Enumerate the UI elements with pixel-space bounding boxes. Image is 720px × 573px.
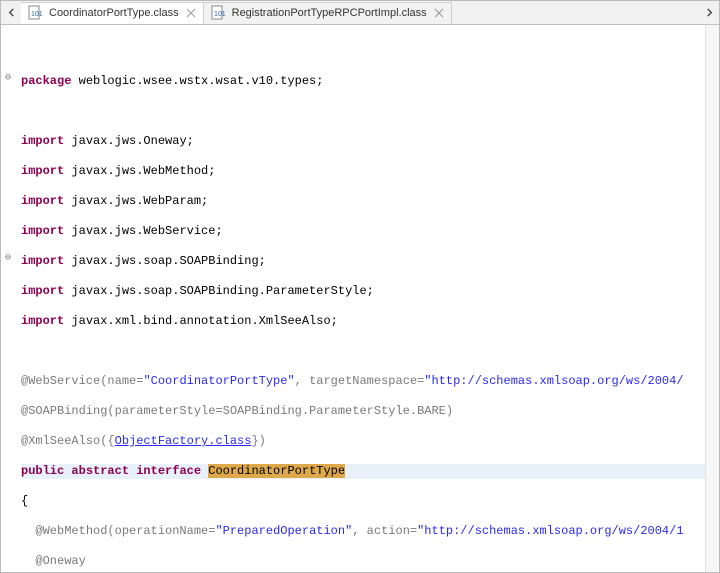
vertical-scrollbar[interactable]	[705, 25, 719, 572]
annotation-soapbinding: @SOAPBinding	[21, 404, 107, 418]
keyword-import: import	[21, 254, 64, 268]
string-literal: "CoordinatorPortType"	[143, 374, 294, 388]
class-file-icon: 101	[27, 5, 43, 21]
keyword-import: import	[21, 194, 64, 208]
class-link[interactable]: ObjectFactory.class	[115, 434, 252, 448]
editor-wrap: ⊖ ⊖ package weblogic.wsee.wstx.wsat.v10.…	[1, 25, 719, 572]
close-icon[interactable]	[185, 7, 197, 19]
import-stmt: javax.xml.bind.annotation.XmlSeeAlso;	[64, 314, 338, 328]
import-stmt: javax.jws.WebParam;	[64, 194, 208, 208]
type-name-highlighted: CoordinatorPortType	[208, 464, 345, 478]
import-stmt: javax.jws.soap.SOAPBinding.ParameterStyl…	[64, 284, 374, 298]
keyword-import: import	[21, 284, 64, 298]
tab-nav-next[interactable]	[699, 2, 719, 24]
keyword-public: public	[21, 464, 64, 478]
import-stmt: javax.jws.soap.SOAPBinding;	[64, 254, 266, 268]
package-name: weblogic.wsee.wstx.wsat.v10.types;	[71, 74, 323, 88]
keyword-import: import	[21, 164, 64, 178]
keyword-package: package	[21, 74, 71, 88]
keyword-import: import	[21, 134, 64, 148]
import-stmt: javax.jws.WebMethod;	[64, 164, 215, 178]
chevron-left-icon	[7, 8, 16, 17]
close-icon[interactable]	[433, 7, 445, 19]
annotation-webservice: @WebService	[21, 374, 100, 388]
fold-toggle-icon[interactable]: ⊖	[3, 74, 13, 84]
tab-coordinator[interactable]: 101 CoordinatorPortType.class	[21, 2, 204, 24]
code-editor[interactable]: package weblogic.wsee.wstx.wsat.v10.type…	[17, 25, 705, 572]
string-literal: "http://schemas.xmlsoap.org/ws/2004/1	[417, 524, 683, 538]
ann-args: })	[251, 434, 265, 448]
import-stmt: javax.jws.WebService;	[64, 224, 222, 238]
tab-title: RegistrationPortTypeRPCPortImpl.class	[232, 7, 427, 19]
chevron-right-icon	[705, 8, 714, 17]
keyword-import: import	[21, 314, 64, 328]
string-literal: "http://schemas.xmlsoap.org/ws/2004/	[424, 374, 683, 388]
string-literal: "PreparedOperation"	[215, 524, 352, 538]
fold-toggle-icon[interactable]: ⊖	[3, 254, 13, 264]
brace-open: {	[21, 494, 28, 508]
import-stmt: javax.jws.Oneway;	[64, 134, 194, 148]
keyword-abstract: abstract	[64, 464, 129, 478]
tab-nav-prev[interactable]	[1, 2, 21, 24]
gutter: ⊖ ⊖	[1, 25, 17, 572]
ann-args: (operationName=	[107, 524, 215, 538]
ann-args: (parameterStyle=SOAPBinding.ParameterSty…	[107, 404, 453, 418]
ann-args: ({	[100, 434, 114, 448]
keyword-import: import	[21, 224, 64, 238]
annotation-oneway: @Oneway	[35, 554, 85, 568]
tab-title: CoordinatorPortType.class	[49, 7, 179, 19]
annotation-xmlseealso: @XmlSeeAlso	[21, 434, 100, 448]
tab-registration[interactable]: 101 RegistrationPortTypeRPCPortImpl.clas…	[204, 2, 452, 24]
ann-args: , targetNamespace=	[295, 374, 425, 388]
ann-args: (name=	[100, 374, 143, 388]
ann-args: , action=	[352, 524, 417, 538]
svg-text:101: 101	[31, 11, 43, 18]
keyword-interface: interface	[129, 464, 208, 478]
class-file-icon: 101	[210, 5, 226, 21]
svg-text:101: 101	[214, 11, 226, 18]
annotation-webmethod: @WebMethod	[35, 524, 107, 538]
tab-bar: 101 CoordinatorPortType.class 101 Regist…	[1, 1, 719, 25]
